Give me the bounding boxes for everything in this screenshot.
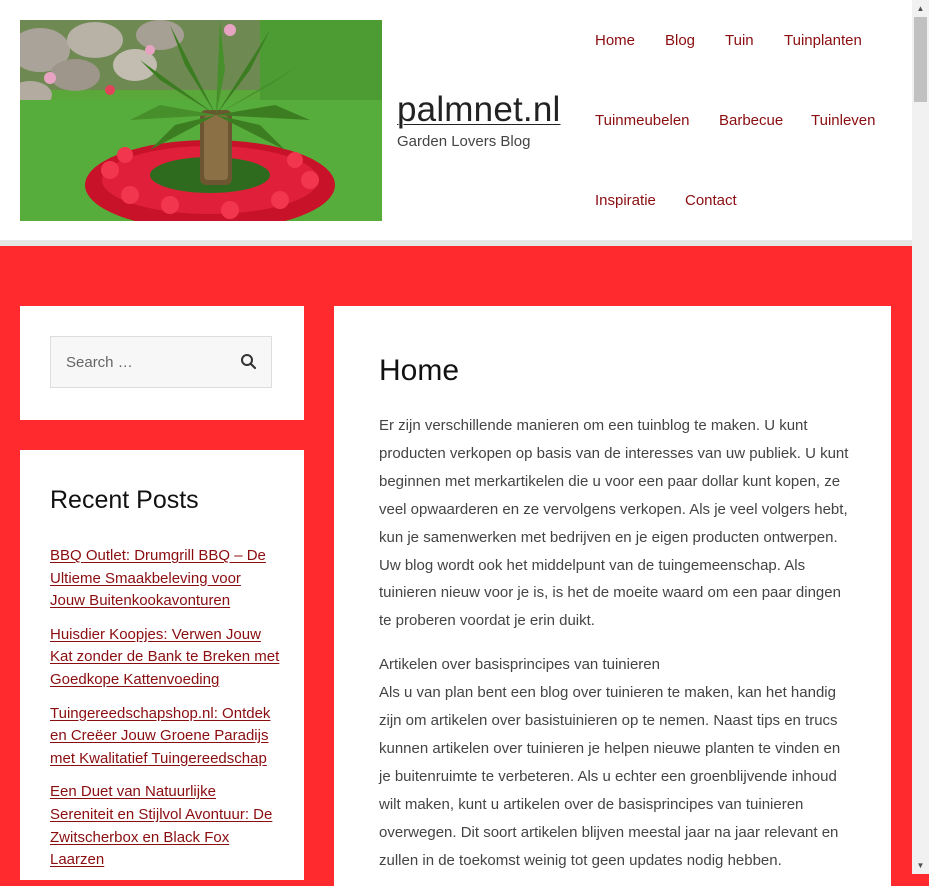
nav-item-tuinleven[interactable]: Tuinleven (811, 112, 875, 129)
nav-item-tuinmeubelen[interactable]: Tuinmeubelen (595, 112, 690, 129)
recent-posts-list: BBQ Outlet: Drumgrill BBQ – De Ultieme S… (50, 545, 280, 883)
nav-item-tuinplanten[interactable]: Tuinplanten (784, 32, 862, 49)
scrollbar-thumb[interactable] (914, 17, 927, 102)
nav-item-blog[interactable]: Blog (665, 32, 695, 49)
recent-posts-widget: Recent Posts BBQ Outlet: Drumgrill BBQ –… (20, 450, 304, 880)
search-input[interactable] (51, 337, 231, 387)
search-widget (20, 306, 304, 420)
scroll-up-arrow-icon[interactable]: ▲ (912, 0, 929, 17)
nav-item-home[interactable]: Home (595, 32, 635, 49)
site-title[interactable]: palmnet.nl (397, 90, 560, 130)
search-form (50, 336, 272, 388)
scroll-down-arrow-icon[interactable]: ▼ (912, 857, 929, 874)
palm-garden-image (20, 20, 382, 221)
nav-item-tuin[interactable]: Tuin (725, 32, 754, 49)
article-paragraph: Als u van plan bent een blog over tuinie… (379, 684, 841, 869)
recent-post-link[interactable]: Een Duet van Natuurlijke Sereniteit en S… (50, 781, 280, 871)
site-description: Garden Lovers Blog (397, 133, 531, 150)
page-title: Home (379, 354, 460, 387)
article-body: Er zijn verschillende manieren om een tu… (379, 412, 849, 875)
search-icon[interactable] (239, 352, 259, 372)
site-header: palmnet.nl Garden Lovers Blog Home Blog … (0, 0, 912, 246)
site-logo-image[interactable] (20, 20, 382, 221)
article-paragraph: Er zijn verschillende manieren om een tu… (379, 417, 849, 630)
main-content-card: Home Er zijn verschillende manieren om e… (334, 306, 891, 886)
nav-item-barbecue[interactable]: Barbecue (719, 112, 783, 129)
nav-item-contact[interactable]: Contact (685, 192, 737, 209)
recent-post-link[interactable]: Tuingereedschapshop.nl: Ontdek en Creëer… (50, 703, 280, 771)
recent-posts-title: Recent Posts (50, 486, 199, 514)
recent-post-link[interactable]: Huisdier Koopjes: Verwen Jouw Kat zonder… (50, 624, 280, 692)
vertical-scrollbar[interactable]: ▲ ▼ (912, 0, 929, 874)
nav-item-inspiratie[interactable]: Inspiratie (595, 192, 656, 209)
article-subheading: Artikelen over basisprincipes van tuinie… (379, 656, 660, 674)
recent-post-link[interactable]: BBQ Outlet: Drumgrill BBQ – De Ultieme S… (50, 545, 280, 613)
